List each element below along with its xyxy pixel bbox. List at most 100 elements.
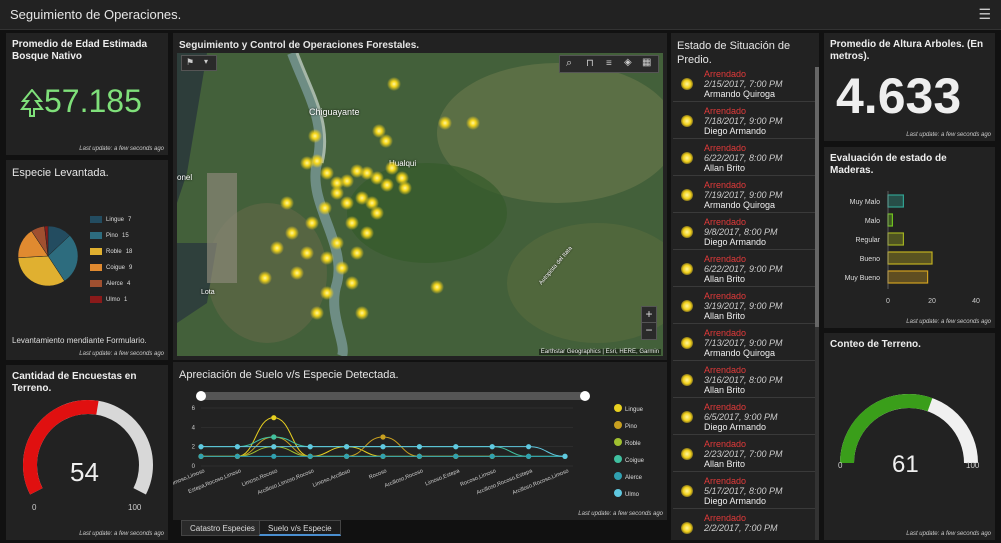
- bookmark-icon[interactable]: ⊓: [586, 58, 594, 69]
- map-point[interactable]: [430, 280, 444, 294]
- hamburger-icon[interactable]: ☰: [978, 6, 991, 23]
- legend-icon[interactable]: ≡: [606, 58, 612, 69]
- scroller-handle-left[interactable]: [196, 391, 206, 401]
- last-update: Last update: a few seconds ago: [906, 531, 991, 537]
- list-item[interactable]: Arrendado 6/5/2017, 9:00 PM Diego Armando: [673, 400, 815, 435]
- map-point[interactable]: [318, 201, 332, 215]
- data-point[interactable]: [526, 444, 532, 450]
- item-status: Arrendado: [704, 328, 747, 338]
- data-point[interactable]: [271, 444, 277, 450]
- zoom-in-button[interactable]: +: [642, 307, 656, 323]
- map-point[interactable]: [308, 129, 322, 143]
- suelo-line-chart[interactable]: 0 2 4 6 Lingue Pino Roble Coigue Alerce Ulmo Limos…: [173, 390, 667, 512]
- map-point[interactable]: [320, 251, 334, 265]
- map-point[interactable]: [290, 266, 304, 280]
- list-item[interactable]: Arrendado 9/8/2017, 8:00 PM Diego Armando: [673, 215, 815, 250]
- map-point[interactable]: [370, 206, 384, 220]
- list-item[interactable]: Arrendado 6/22/2017, 9:00 PM Allan Brito: [673, 252, 815, 287]
- map-point[interactable]: [320, 286, 334, 300]
- list-item[interactable]: Arrendado 7/19/2017, 9:00 PM Armando Quiro…: [673, 178, 815, 213]
- data-point[interactable]: [234, 444, 240, 450]
- data-point[interactable]: [234, 453, 240, 459]
- data-point[interactable]: [562, 453, 568, 459]
- estado-list[interactable]: Arrendado 2/15/2017, 7:00 PM Armando Quiro…: [673, 67, 815, 540]
- list-item[interactable]: Arrendado 2/2/2017, 7:00 PM: [673, 511, 815, 540]
- chevron-down-icon[interactable]: ▾: [204, 57, 208, 66]
- map-point[interactable]: [335, 261, 349, 275]
- map-point[interactable]: [380, 178, 394, 192]
- bar[interactable]: [887, 251, 933, 265]
- list-item[interactable]: Arrendado 3/19/2017, 9:00 PM Allan Brito: [673, 289, 815, 324]
- data-point[interactable]: [271, 434, 277, 440]
- map-point[interactable]: [340, 196, 354, 210]
- evaluacion-bar-chart[interactable]: Muy Malo Malo Regular Bueno Muy Bueno 0 20 40: [824, 187, 995, 312]
- data-point[interactable]: [489, 444, 495, 450]
- item-status: Arrendado: [704, 513, 747, 523]
- data-point[interactable]: [526, 453, 532, 459]
- bar[interactable]: [887, 232, 904, 246]
- list-item[interactable]: Arrendado 3/16/2017, 8:00 PM Allan Brito: [673, 363, 815, 398]
- list-item[interactable]: Arrendado 2/15/2017, 7:00 PM Armando Quiro…: [673, 67, 815, 102]
- map-point[interactable]: [280, 196, 294, 210]
- list-item[interactable]: Arrendado 7/18/2017, 9:00 PM Diego Armando: [673, 104, 815, 139]
- scrollbar-thumb[interactable]: [815, 67, 819, 327]
- bar[interactable]: [887, 213, 894, 227]
- bar[interactable]: [887, 270, 929, 284]
- map-point[interactable]: [355, 306, 369, 320]
- data-point[interactable]: [380, 434, 386, 440]
- bar[interactable]: [887, 194, 904, 208]
- map-point[interactable]: [350, 246, 364, 260]
- legend-label: Lingue: [625, 407, 644, 413]
- data-point[interactable]: [453, 444, 459, 450]
- data-point[interactable]: [380, 444, 386, 450]
- map-point[interactable]: [385, 161, 399, 175]
- layers-icon[interactable]: ◈: [624, 57, 632, 68]
- map-point[interactable]: [466, 116, 480, 130]
- map-point[interactable]: [398, 181, 412, 195]
- tab-suelo-especie[interactable]: Suelo v/s Especie: [259, 520, 341, 536]
- scroller-handle-right[interactable]: [580, 391, 590, 401]
- search-icon[interactable]: ⌕: [566, 57, 572, 70]
- data-point[interactable]: [489, 453, 495, 459]
- map-point[interactable]: [270, 241, 284, 255]
- map-point[interactable]: [258, 271, 272, 285]
- basemap-icon[interactable]: ▦: [642, 57, 651, 68]
- map-point[interactable]: [438, 116, 452, 130]
- map-point[interactable]: [320, 166, 334, 180]
- map-point[interactable]: [285, 226, 299, 240]
- list-item[interactable]: Arrendado 2/23/2017, 7:00 PM Allan Brito: [673, 437, 815, 472]
- map-point[interactable]: [340, 174, 354, 188]
- data-point[interactable]: [453, 453, 459, 459]
- map-point[interactable]: [300, 246, 314, 260]
- data-point[interactable]: [271, 453, 277, 459]
- data-point[interactable]: [380, 453, 386, 459]
- data-point[interactable]: [271, 415, 277, 421]
- map-point[interactable]: [360, 226, 374, 240]
- data-point[interactable]: [307, 444, 313, 450]
- map-point[interactable]: [310, 154, 324, 168]
- select-tool-icon[interactable]: ⚑: [186, 57, 194, 68]
- list-item[interactable]: Arrendado 7/13/2017, 9:00 PM Armando Quiro…: [673, 326, 815, 361]
- map-view[interactable]: Chiguayante Hualqui onel Lota Autopista …: [177, 53, 663, 356]
- data-point[interactable]: [307, 453, 313, 459]
- data-point[interactable]: [344, 444, 350, 450]
- data-point[interactable]: [198, 453, 204, 459]
- zoom-out-button[interactable]: −: [642, 323, 656, 339]
- map-point[interactable]: [345, 216, 359, 230]
- map-point[interactable]: [310, 306, 324, 320]
- map-points-layer[interactable]: [177, 53, 663, 356]
- map-point[interactable]: [379, 134, 393, 148]
- list-item[interactable]: Arrendado 6/22/2017, 8:00 PM Allan Brito: [673, 141, 815, 176]
- tab-catastro-especies[interactable]: Catastro Especies: [181, 520, 264, 536]
- data-point[interactable]: [416, 453, 422, 459]
- map-point[interactable]: [305, 216, 319, 230]
- map-point[interactable]: [330, 186, 344, 200]
- list-item[interactable]: Arrendado 5/17/2017, 8:00 PM Diego Armando: [673, 474, 815, 509]
- map-point[interactable]: [330, 236, 344, 250]
- data-point[interactable]: [198, 444, 204, 450]
- scrollbar[interactable]: [815, 67, 819, 540]
- map-point[interactable]: [345, 276, 359, 290]
- data-point[interactable]: [416, 444, 422, 450]
- map-point[interactable]: [387, 77, 401, 91]
- data-point[interactable]: [344, 453, 350, 459]
